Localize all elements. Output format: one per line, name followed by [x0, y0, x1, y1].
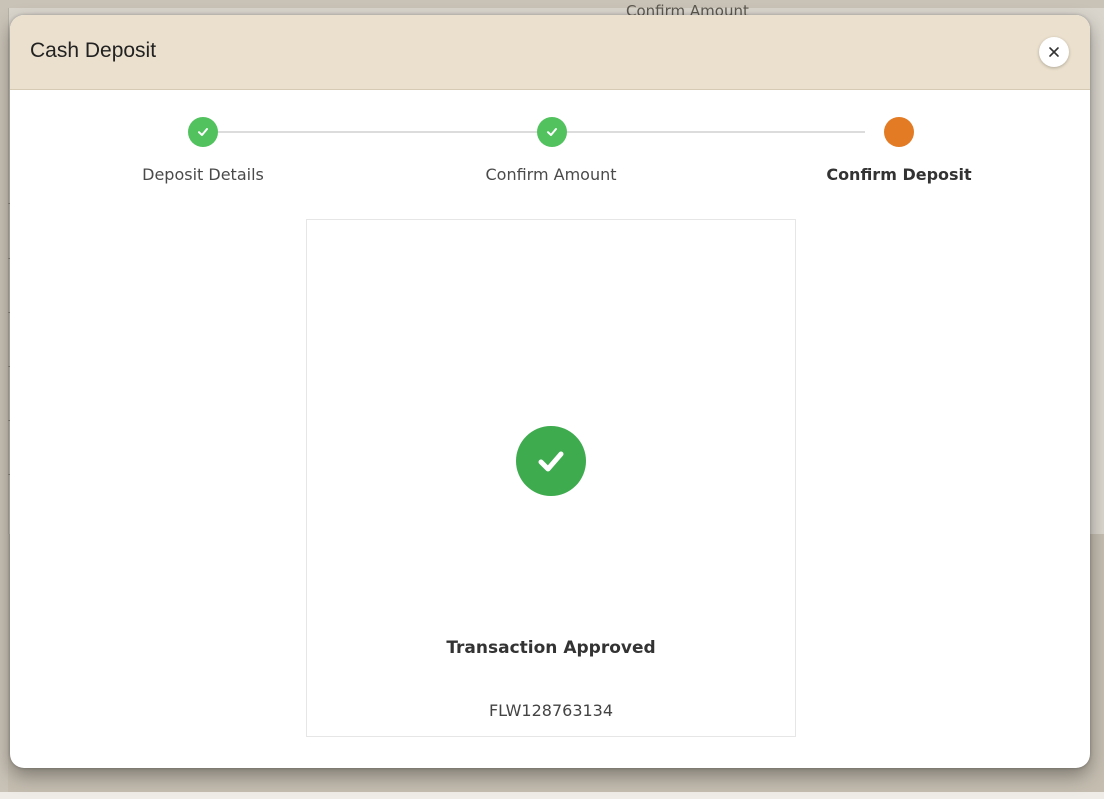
transaction-reference: FLW128763134: [488, 701, 614, 720]
modal-title: Cash Deposit: [30, 39, 157, 62]
checkmark-icon: [538, 451, 564, 472]
step-1-label: Deposit Details: [142, 165, 264, 184]
step-2-complete-indicator: [537, 117, 567, 147]
check-icon: [198, 128, 208, 136]
modal-header: Cash Deposit: [10, 15, 1090, 90]
step-3-label: Confirm Deposit: [826, 165, 972, 184]
check-circle-icon: [516, 426, 586, 496]
close-button[interactable]: [1039, 37, 1069, 67]
stepper-connector: [203, 131, 865, 133]
cash-deposit-modal: Cash Deposit Deposit Details Confirm Amo…: [10, 15, 1090, 768]
transaction-result-card: Transaction Approved FLW128763134: [306, 219, 796, 737]
bottom-strip: [0, 792, 1104, 799]
step-2-label: Confirm Amount: [485, 165, 617, 184]
close-icon: [1049, 47, 1059, 57]
transaction-status: Transaction Approved: [446, 638, 656, 658]
step-3-active-indicator: [884, 117, 914, 147]
step-1-complete-indicator: [188, 117, 218, 147]
check-icon: [547, 128, 557, 136]
